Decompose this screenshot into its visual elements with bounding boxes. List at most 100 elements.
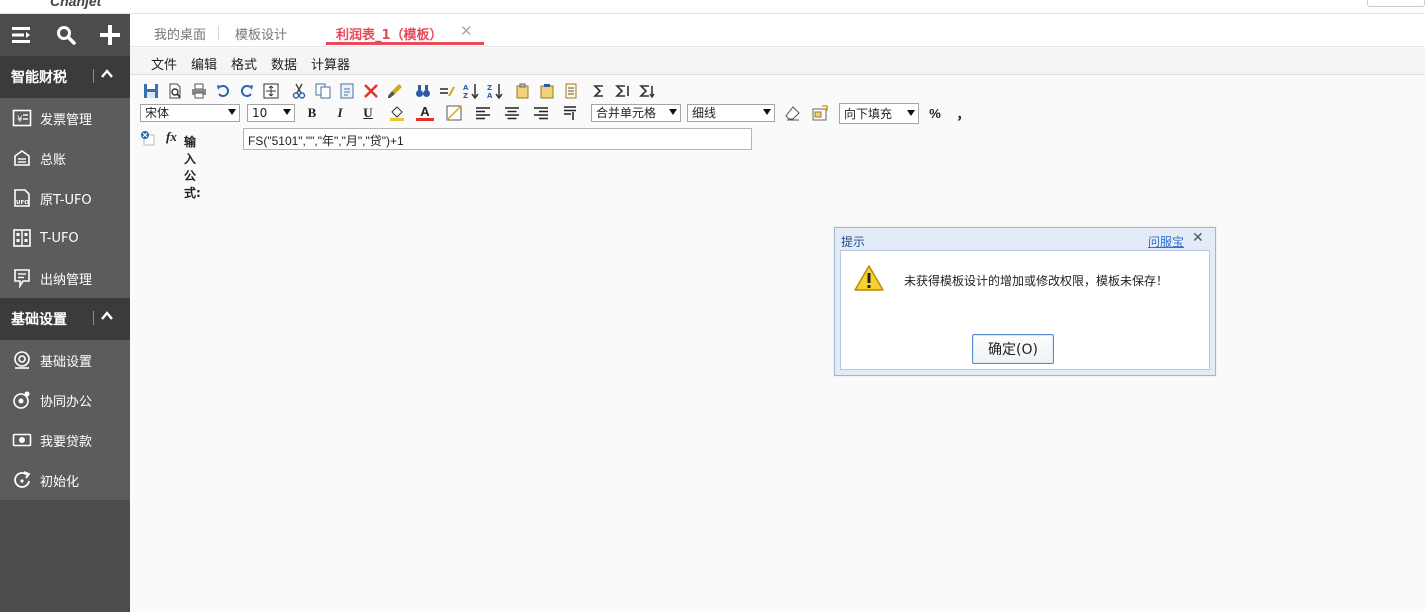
sidebar-item-settings[interactable]: 基础设置: [0, 340, 130, 380]
dialog-message: 未获得模板设计的增加或修改权限，模板未保存！: [904, 274, 1169, 288]
close-icon[interactable]: ✕: [1192, 230, 1204, 246]
sort-descending-icon[interactable]: ZA: [486, 82, 504, 100]
percent-button[interactable]: %: [926, 104, 944, 122]
tab-profit-statement[interactable]: 利润表_1（模板）: [336, 24, 443, 43]
align-right-icon[interactable]: [532, 104, 550, 122]
fx-icon[interactable]: fx: [166, 129, 177, 145]
dialog-title: 提示: [841, 235, 866, 249]
sidebar-section-smart-tax[interactable]: 智能财税: [0, 56, 130, 98]
help-link[interactable]: 问服宝: [1148, 233, 1184, 250]
align-left-icon[interactable]: [474, 104, 492, 122]
tab-my-desktop[interactable]: 我的桌面: [154, 24, 220, 43]
tab-template-design[interactable]: 模板设计: [235, 24, 287, 43]
template-icon[interactable]: [538, 82, 556, 100]
svg-text:Z: Z: [463, 92, 468, 99]
replace-icon[interactable]: [438, 82, 456, 100]
menu-calculator[interactable]: 计算器: [311, 54, 350, 73]
fill-color-icon[interactable]: [388, 104, 406, 122]
column-sum-icon[interactable]: [638, 82, 656, 100]
print-icon[interactable]: [190, 82, 208, 100]
cut-icon[interactable]: [290, 82, 308, 100]
paste-icon[interactable]: [338, 82, 356, 100]
sidebar-item-init[interactable]: 初始化: [0, 460, 130, 500]
undo-icon[interactable]: [214, 82, 232, 100]
menu-bar: 文件 编辑 格式 数据 计算器: [130, 48, 1425, 75]
sidebar-empty-area: [0, 502, 130, 612]
sidebar-item-label: 发票管理: [40, 112, 93, 128]
report-editor: AZ ZA 宋体 10 B I U A 合并单元格 细线 向下填充 % ， fx…: [130, 76, 1425, 612]
sum-icon[interactable]: [590, 82, 608, 100]
merge-cells-select[interactable]: 合并单元格: [591, 104, 681, 122]
underline-button[interactable]: U: [359, 104, 377, 122]
font-family-select[interactable]: 宋体: [140, 104, 240, 122]
sidebar-item-label: 协同办公: [40, 394, 93, 410]
format-brush-icon[interactable]: [386, 82, 404, 100]
sidebar-item-loan[interactable]: 我要贷款: [0, 420, 130, 460]
sidebar-item-cashier[interactable]: 出纳管理: [0, 258, 130, 298]
sidebar-item-ledger[interactable]: 总账: [0, 138, 130, 178]
top-right-control[interactable]: [1367, 0, 1425, 7]
wrap-text-icon[interactable]: [561, 104, 579, 122]
fill-down-select[interactable]: 向下填充: [839, 103, 919, 124]
plus-icon[interactable]: [98, 23, 122, 47]
border-style-select[interactable]: 细线: [687, 104, 775, 122]
prompt-dialog: 提示 问服宝 ✕ 未获得模板设计的增加或修改权限，模板未保存！ 确定(O): [834, 227, 1216, 376]
eraser-icon[interactable]: [783, 104, 801, 122]
sidebar-item-old-t-ufo[interactable]: UFO 原T-UFO: [0, 178, 130, 218]
cashier-icon: [11, 267, 33, 289]
delete-icon[interactable]: [362, 82, 380, 100]
formula-input[interactable]: FS("5101","","年","月","贷")+1: [243, 128, 752, 150]
save-icon[interactable]: [142, 82, 160, 100]
menu-icon[interactable]: [10, 23, 34, 47]
sidebar-section-title: 智能财税: [11, 70, 67, 86]
sidebar-section-title: 基础设置: [11, 312, 67, 328]
italic-button[interactable]: I: [331, 104, 349, 122]
menu-data[interactable]: 数据: [271, 54, 297, 73]
formula-label: 输入公式:: [184, 135, 201, 200]
menu-file[interactable]: 文件: [151, 54, 177, 73]
sidebar-item-t-ufo[interactable]: T-UFO: [0, 218, 130, 258]
sidebar-item-collab[interactable]: 协同办公: [0, 380, 130, 420]
tab-bar: 我的桌面 模板设计 利润表_1（模板） ✕: [130, 14, 1425, 47]
chevron-down-icon: [763, 109, 771, 115]
insert-icon[interactable]: [514, 82, 532, 100]
search-icon[interactable]: [54, 23, 78, 47]
settings-icon: [11, 349, 33, 371]
divider: [93, 69, 94, 83]
menu-edit[interactable]: 编辑: [191, 54, 217, 73]
sidebar: 智能财税 ¥ 发票管理 总账 UFO 原T-UFO T-UFO 出纳管理 基础设…: [0, 14, 130, 612]
sidebar-item-label: 原T-UFO: [40, 192, 92, 208]
sidebar-item-label: 出纳管理: [40, 272, 93, 288]
select-all-icon[interactable]: [262, 82, 280, 100]
ledger-icon: [11, 147, 33, 169]
chevron-up-icon[interactable]: [100, 67, 114, 85]
align-center-icon[interactable]: [503, 104, 521, 122]
warning-icon: [853, 264, 885, 295]
sidebar-item-invoice[interactable]: ¥ 发票管理: [0, 98, 130, 138]
chevron-down-icon: [907, 110, 915, 116]
svg-text:Z: Z: [487, 84, 492, 92]
copy-icon[interactable]: [314, 82, 332, 100]
cell-properties-icon[interactable]: [811, 104, 829, 122]
border-icon[interactable]: [445, 104, 463, 122]
collab-icon: [11, 389, 33, 411]
brand-logo: Chanjet: [50, 0, 102, 9]
sort-ascending-icon[interactable]: AZ: [462, 82, 480, 100]
font-size-select[interactable]: 10: [247, 104, 295, 122]
font-color-button[interactable]: A: [416, 104, 434, 121]
thousands-separator-button[interactable]: ，: [954, 104, 972, 122]
loan-icon: [11, 429, 33, 451]
document-icon[interactable]: [562, 82, 580, 100]
redo-icon[interactable]: [238, 82, 256, 100]
row-sum-icon[interactable]: [614, 82, 632, 100]
menu-format[interactable]: 格式: [231, 54, 257, 73]
sidebar-section-basic-settings[interactable]: 基础设置: [0, 298, 130, 340]
cancel-formula-icon[interactable]: [140, 130, 156, 149]
ok-button[interactable]: 确定(O): [972, 334, 1054, 364]
bold-button[interactable]: B: [303, 104, 321, 122]
sidebar-item-label: 我要贷款: [40, 434, 93, 450]
chevron-up-icon[interactable]: [100, 309, 114, 327]
close-icon[interactable]: ✕: [460, 22, 473, 40]
print-preview-icon[interactable]: [166, 82, 184, 100]
find-icon[interactable]: [414, 82, 432, 100]
